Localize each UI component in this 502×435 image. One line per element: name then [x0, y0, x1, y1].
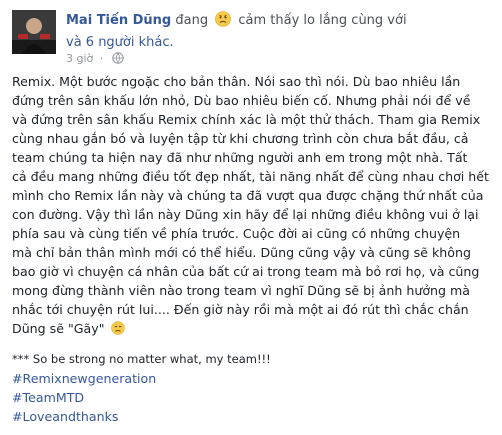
hashtag-link[interactable]: #Loveandthanks	[12, 407, 494, 426]
last-line-text: Dũng sẽ "Gãy"	[12, 321, 105, 336]
post-body-last-line: Dũng sẽ "Gãy"	[12, 319, 494, 338]
hashtag-link[interactable]: #Remixnewgeneration	[12, 369, 494, 388]
post-body-line: cả đều mang những điều tốt đẹp nhất, tài…	[12, 169, 489, 184]
post-body-line: phía sau và cùng tiến về phía trước. Cuộ…	[12, 226, 461, 241]
post-body-line: cùng nhau gắn bó và luyện tập từ khi chư…	[12, 131, 469, 146]
avatar-photo	[12, 10, 56, 54]
tagged-others-link[interactable]: và 6 người khác.	[66, 35, 174, 50]
post-meta: 3 giờ ·	[66, 52, 124, 66]
post-timestamp[interactable]: 3 giờ	[66, 52, 93, 65]
sad-face-icon	[110, 321, 125, 335]
meta-separator: ·	[99, 52, 104, 65]
post-body-line: đứng trên sân khấu lớn nhỏ, Dù bao nhiêu…	[12, 93, 471, 108]
post-header: Mai Tiến Dũng đang cảm thấy lo lắng cùng…	[66, 10, 496, 54]
feeling-text: cảm thấy lo lắng cùng với	[238, 13, 407, 28]
post-note: *** So be strong no matter what, my team…	[12, 352, 271, 366]
post-body-line: team chúng ta hiện nay đã như những ngườ…	[12, 150, 468, 165]
author-name[interactable]: Mai Tiến Dũng	[66, 13, 171, 28]
post-body-line: Remix. Một bước ngoặc cho bản thân. Nói …	[12, 74, 461, 89]
facebook-post: Mai Tiến Dũng đang cảm thấy lo lắng cùng…	[0, 0, 502, 435]
post-tail: *** So be strong no matter what, my team…	[12, 350, 494, 426]
hashtag-link[interactable]: #TeamMTD	[12, 388, 494, 407]
post-body-line: nhắc tới chuyện rút lui.... Đến giờ này …	[12, 302, 469, 317]
post-body-line: con đường. Vậy thì lần này Dũng xin hãy …	[12, 207, 479, 222]
worried-face-icon	[215, 11, 232, 27]
author-avatar[interactable]	[12, 10, 56, 54]
post-body: Remix. Một bước ngoặc cho bản thân. Nói …	[12, 72, 494, 338]
status-prefix: đang	[175, 13, 209, 28]
globe-icon[interactable]	[112, 52, 124, 64]
post-body-line: mình cho Remix lần này và chúng ta đã vư…	[12, 188, 484, 203]
post-body-line: bao giờ vì chuyện cá nhân của bất cứ ai …	[12, 264, 480, 279]
post-body-line: mong đừng thành viên nào trong team vì n…	[12, 283, 470, 298]
post-body-line: và đứng trên sân khấu Remix chính xác là…	[12, 112, 481, 127]
post-body-line: mà chỉ bản thân mình mới có thể hiểu. Dũ…	[12, 245, 471, 260]
